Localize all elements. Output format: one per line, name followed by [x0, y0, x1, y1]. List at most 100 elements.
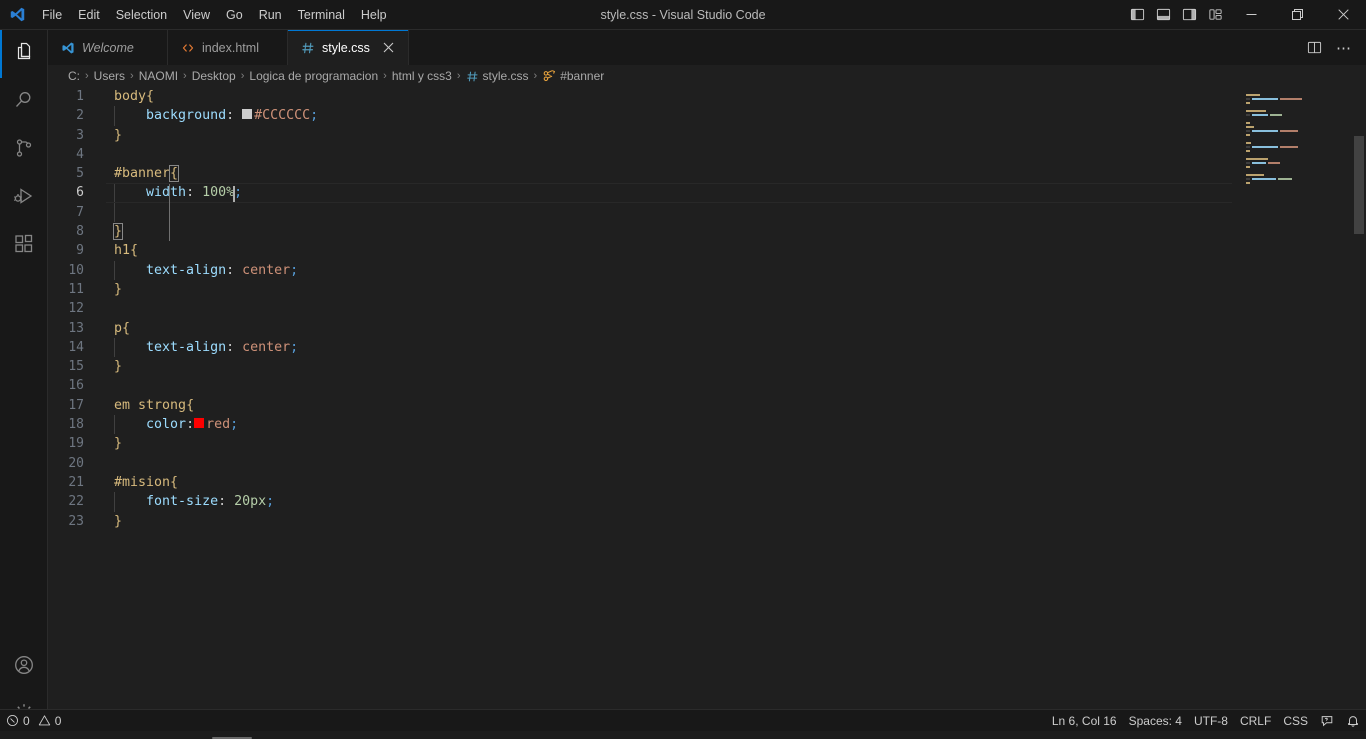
color-swatch[interactable] — [242, 109, 253, 120]
breadcrumb-item-drive[interactable]: C: — [66, 69, 82, 83]
status-language-mode[interactable]: CSS — [1277, 710, 1314, 732]
maximize-button[interactable] — [1274, 0, 1320, 30]
code-content[interactable]: 1 body{2 background: #CCCCCC; 3} 4 5 #banner{… — [48, 87, 1232, 739]
sidebar-item-search[interactable] — [0, 78, 48, 126]
status-editor-position[interactable]: Ln 6, Col 16 — [1046, 710, 1123, 732]
line-number: 13 — [68, 320, 84, 336]
sidebar-item-source-control[interactable] — [0, 126, 48, 174]
ellipsis-icon[interactable]: ⋯ — [1330, 34, 1358, 62]
code-text: #mision{ — [106, 473, 178, 492]
code-token-val: center — [242, 262, 291, 278]
code-line[interactable]: 16 — [48, 376, 1232, 395]
sidebar-item-extensions[interactable] — [0, 222, 48, 270]
code-text: text-align: center; — [106, 260, 298, 280]
menu-run[interactable]: Run — [251, 0, 290, 30]
source-control-icon — [12, 136, 36, 165]
close-icon[interactable] — [380, 39, 398, 57]
status-indentation[interactable]: Spaces: 4 — [1123, 710, 1188, 732]
feedback-icon[interactable] — [1314, 710, 1340, 732]
customize-layout-icon[interactable] — [1202, 0, 1228, 30]
code-line[interactable]: 3} — [48, 126, 1232, 145]
code-line[interactable]: 4 — [48, 145, 1232, 164]
code-line[interactable]: 9 h1{ — [48, 241, 1232, 260]
tab-welcome[interactable]: Welcome — [48, 30, 168, 65]
menu-help[interactable]: Help — [353, 0, 395, 30]
minimap-line — [1232, 181, 1352, 185]
code-line[interactable]: 20 — [48, 454, 1232, 473]
toggle-panel-icon[interactable] — [1150, 0, 1176, 30]
code-line[interactable]: 17 em strong{ — [48, 396, 1232, 415]
status-eol[interactable]: CRLF — [1234, 710, 1277, 732]
breadcrumb-item-users[interactable]: Users — [92, 69, 127, 83]
notifications-bell-icon[interactable] — [1340, 710, 1366, 732]
code-line[interactable]: 23} — [48, 512, 1232, 531]
breadcrumb-item-logica[interactable]: Logica de programacion — [247, 69, 380, 83]
code-line[interactable]: 14 text-align: center; — [48, 337, 1232, 358]
close-button[interactable] — [1320, 0, 1366, 30]
matching-bracket: { — [169, 165, 180, 183]
code-text: h1{ — [106, 241, 138, 260]
split-editor-icon[interactable] — [1300, 34, 1328, 62]
code-text: em strong{ — [106, 396, 194, 415]
code-text: } — [106, 280, 122, 299]
scrollbar-thumb[interactable] — [1354, 136, 1364, 234]
breadcrumb-item-symbol[interactable]: #banner — [540, 69, 606, 83]
code-token-brace: } — [114, 436, 123, 452]
color-swatch[interactable] — [194, 418, 205, 429]
code-line[interactable]: 13 p{ — [48, 319, 1232, 338]
code-editor[interactable]: 1 body{2 background: #CCCCCC; 3} 4 5 #banner{… — [48, 87, 1366, 739]
code-line[interactable]: 5 #banner{ — [48, 164, 1232, 183]
menu-edit[interactable]: Edit — [70, 0, 108, 30]
code-token-prop: background — [146, 108, 227, 124]
code-line[interactable]: 18 color: red; — [48, 415, 1232, 435]
tab-style-css[interactable]: style.css — [288, 30, 409, 65]
code-line[interactable]: 6 width: 100%; — [48, 183, 1232, 204]
code-text: } — [106, 126, 122, 145]
code-line[interactable]: 1 body{ — [48, 87, 1232, 106]
vscode-logo-icon — [0, 6, 34, 23]
menu-go[interactable]: Go — [218, 0, 251, 30]
breadcrumb-item-desktop[interactable]: Desktop — [190, 69, 238, 83]
code-line[interactable]: 7 — [48, 202, 1232, 223]
line-number: 8 — [76, 224, 84, 240]
code-token-sel: em strong — [114, 397, 187, 413]
code-line[interactable]: 19} — [48, 434, 1232, 453]
code-line[interactable]: 15} — [48, 357, 1232, 376]
sidebar-item-accounts[interactable] — [0, 643, 48, 691]
menu-terminal[interactable]: Terminal — [290, 0, 353, 30]
code-line[interactable]: 12 — [48, 299, 1232, 318]
toggle-primary-sidebar-icon[interactable] — [1124, 0, 1150, 30]
status-encoding[interactable]: UTF-8 — [1188, 710, 1234, 732]
run-debug-icon — [12, 184, 36, 213]
breadcrumb-item-htmlycss3[interactable]: html y css3 — [390, 69, 454, 83]
menu-view[interactable]: View — [175, 0, 218, 30]
code-line[interactable]: 21 #mision{ — [48, 473, 1232, 492]
breadcrumb-separator: › — [183, 70, 187, 82]
code-line[interactable]: 2 background: #CCCCCC; — [48, 106, 1232, 126]
line-number: 19 — [68, 436, 84, 452]
code-line[interactable]: 8} — [48, 222, 1232, 241]
sidebar-item-explorer[interactable] — [0, 30, 48, 78]
code-token-semi: ; — [310, 108, 319, 124]
menu-file[interactable]: File — [34, 0, 70, 30]
menu-selection[interactable]: Selection — [108, 0, 175, 30]
minimize-button[interactable] — [1228, 0, 1274, 30]
breadcrumb-item-naomi[interactable]: NAOMI — [137, 69, 180, 83]
editor-vertical-scrollbar[interactable] — [1352, 87, 1366, 739]
tab-index-html[interactable]: index.html — [168, 30, 288, 65]
code-line[interactable]: 10 text-align: center; — [48, 260, 1232, 280]
tab-label: style.css — [322, 40, 370, 55]
toggle-secondary-sidebar-icon[interactable] — [1176, 0, 1202, 30]
code-line[interactable]: 22 font-size: 20px; — [48, 492, 1232, 512]
code-text: text-align: center; — [106, 337, 298, 358]
status-problems[interactable]: 0 0 — [0, 710, 67, 732]
breadcrumb-item-file[interactable]: style.css — [464, 69, 531, 83]
code-line[interactable]: 11} — [48, 280, 1232, 299]
text-cursor — [233, 186, 236, 204]
sidebar-item-run-and-debug[interactable] — [0, 174, 48, 222]
code-token-sel: #banner — [114, 166, 171, 182]
minimap[interactable] — [1232, 87, 1352, 739]
breadcrumb-separator: › — [456, 70, 461, 82]
code-token-prop: text-align — [146, 339, 227, 355]
line-number: 12 — [68, 301, 84, 317]
